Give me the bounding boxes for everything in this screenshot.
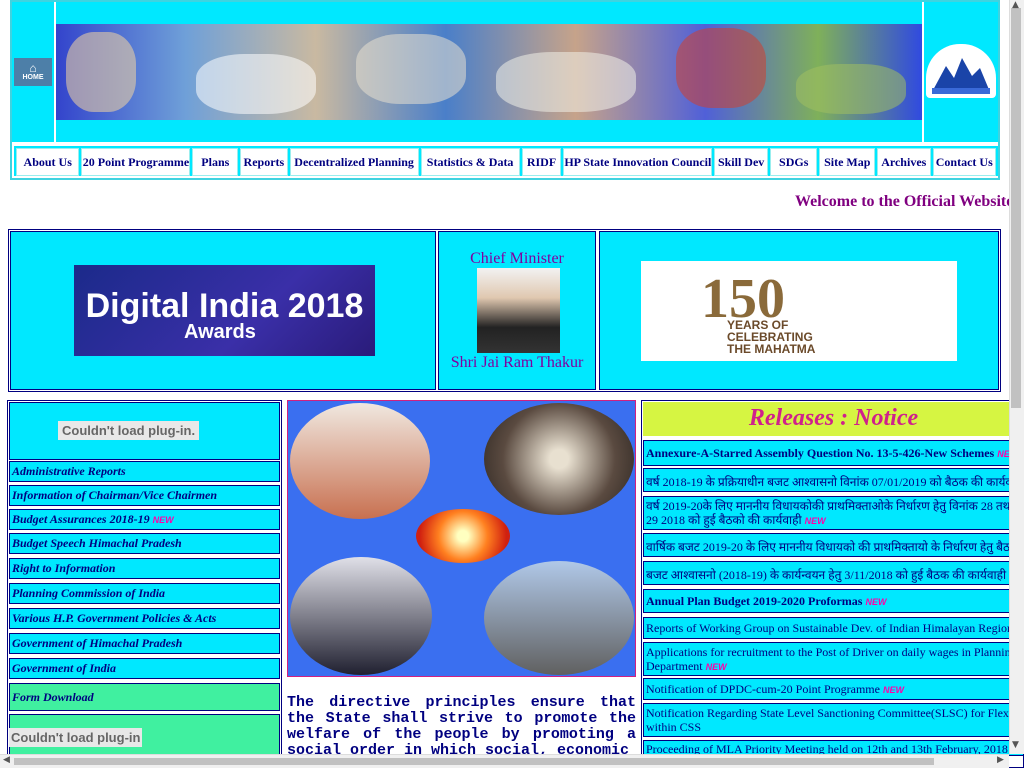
- nav-skill-dev[interactable]: Skill Dev: [714, 148, 768, 176]
- release-item[interactable]: Applications for recruitment to the Post…: [643, 642, 1024, 676]
- home-icon-label: HOME: [22, 74, 44, 81]
- nav-reports[interactable]: Reports: [240, 148, 288, 176]
- release-item-label: बजट आश्वासनो (2018-19) के कार्यन्वयन हेत…: [646, 568, 1007, 582]
- nav-20-point-programme[interactable]: 20 Point Programme: [81, 148, 191, 176]
- nav-ridf[interactable]: RIDF: [521, 148, 562, 176]
- nav-plans[interactable]: Plans: [192, 148, 239, 176]
- release-item[interactable]: वार्षिक बजट 2019-20 के लिए माननीय विधायक…: [643, 533, 1024, 557]
- new-badge: NEW: [882, 685, 904, 695]
- nav-contact-us[interactable]: Contact Us: [932, 148, 996, 176]
- release-item[interactable]: वर्ष 2019-20के लिए माननीय विधायकोकी प्रा…: [643, 496, 1024, 530]
- link-budget-speech[interactable]: Budget Speech Himachal Pradesh: [9, 533, 280, 554]
- new-badge: NEW: [865, 597, 887, 607]
- link-budget-assurances[interactable]: Budget Assurances 2018-19 NEW: [9, 509, 280, 530]
- activities-collage: [287, 400, 636, 677]
- nav-decentralized-planning[interactable]: Decentralized Planning: [289, 148, 419, 176]
- new-badge: NEW: [152, 515, 174, 525]
- home-icon[interactable]: ⌂ HOME: [14, 58, 52, 86]
- digital-india-subtitle: Awards: [184, 321, 256, 343]
- welcome-marquee: Welcome to the Official Website: [795, 193, 1014, 210]
- nav-statistics-data[interactable]: Statistics & Data: [420, 148, 520, 176]
- release-item[interactable]: Notification Regarding State Level Sanct…: [643, 703, 1024, 737]
- gandhi-text: YEARS OF CELEBRATING THE MAHATMA: [727, 319, 815, 355]
- release-item-label: Annual Plan Budget 2019-2020 Proformas: [646, 594, 863, 608]
- gandhi-150-banner[interactable]: 150 YEARS OF CELEBRATING THE MAHATMA: [641, 261, 957, 361]
- link-hp-policies[interactable]: Various H.P. Government Policies & Acts: [9, 608, 280, 629]
- release-item[interactable]: Notification of DPDC-cum-20 Point Progra…: [643, 678, 1024, 700]
- release-item-label: Applications for recruitment to the Post…: [646, 645, 1017, 673]
- cm-photo: [477, 268, 560, 353]
- new-badge: NEW: [804, 516, 826, 526]
- nav-archives[interactable]: Archives: [877, 148, 931, 176]
- nav-innovation-council[interactable]: HP State Innovation Council: [563, 148, 713, 176]
- release-item-label: वर्ष 2019-20के लिए माननीय विधायकोकी प्रा…: [646, 499, 1014, 527]
- scroll-up-icon[interactable]: ▲: [1012, 0, 1019, 10]
- link-govt-india[interactable]: Government of India: [9, 658, 280, 679]
- release-item[interactable]: वर्ष 2018-19 के प्रक्रियाधीन बजट आश्वासन…: [643, 468, 1024, 492]
- horizontal-scroll-thumb[interactable]: [14, 758, 934, 765]
- new-badge: NEW: [705, 662, 727, 672]
- release-item[interactable]: Annexure-A-Starred Assembly Question No.…: [643, 440, 1024, 466]
- release-item-label: Annexure-A-Starred Assembly Question No.…: [646, 446, 995, 460]
- vertical-scroll-thumb[interactable]: [1011, 8, 1021, 408]
- nav-site-map[interactable]: Site Map: [819, 148, 875, 176]
- plugin-placeholder-2: Couldn't load plug-in: [9, 728, 143, 747]
- link-form-download[interactable]: Form Download: [9, 683, 280, 711]
- gandhi-line-3: THE MAHATMA: [727, 342, 816, 356]
- link-chairman-info[interactable]: Information of Chairman/Vice Chairmen: [9, 485, 280, 506]
- link-administrative-reports[interactable]: Administrative Reports: [9, 461, 280, 482]
- digital-india-awards-banner[interactable]: Digital India 2018 Awards: [74, 265, 375, 356]
- nav-sdgs[interactable]: SDGs: [769, 148, 818, 176]
- nav-about-us[interactable]: About Us: [16, 148, 80, 176]
- directive-principles-text: The directive principles ensure that the…: [287, 694, 636, 759]
- cm-name[interactable]: Shri Jai Ram Thakur: [438, 354, 596, 372]
- hp-emblem-icon: [926, 44, 996, 98]
- link-rti[interactable]: Right to Information: [9, 558, 280, 579]
- main-nav: About Us 20 Point Programme Plans Report…: [14, 146, 998, 176]
- link-govt-hp[interactable]: Government of Himachal Pradesh: [9, 633, 280, 654]
- link-budget-assurances-label: Budget Assurances 2018-19: [12, 512, 150, 526]
- release-item-label: Notification of DPDC-cum-20 Point Progra…: [646, 682, 880, 696]
- scroll-left-icon[interactable]: ◀: [3, 755, 10, 765]
- releases-title: Releases : Notice: [643, 402, 1024, 436]
- scroll-right-icon[interactable]: ▶: [997, 755, 1004, 765]
- scroll-down-icon[interactable]: ▼: [1012, 740, 1019, 750]
- release-item[interactable]: बजट आश्वासनो (2018-19) के कार्यन्वयन हेत…: [643, 561, 1024, 585]
- collage-banner-icon: [56, 24, 922, 120]
- release-item[interactable]: Annual Plan Budget 2019-2020 Proformas NE…: [643, 589, 1024, 613]
- cm-title: Chief Minister: [470, 250, 564, 267]
- release-item[interactable]: Reports of Working Group on Sustainable …: [643, 617, 1024, 639]
- link-planning-commission[interactable]: Planning Commission of India: [9, 583, 280, 604]
- plugin-placeholder: Couldn't load plug-in.: [58, 421, 200, 440]
